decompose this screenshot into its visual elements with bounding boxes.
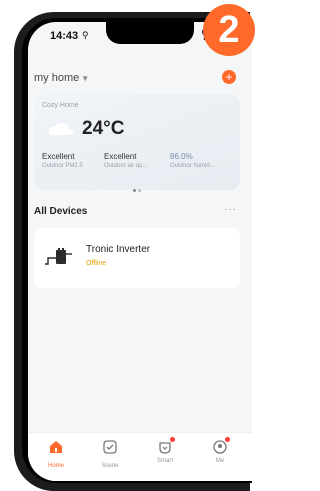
smart-icon-wrapper	[157, 437, 175, 455]
carousel-dot	[133, 189, 136, 192]
humidity-value: 86.0%	[170, 152, 193, 161]
cloud-icon	[48, 122, 74, 135]
add-button[interactable]: +	[222, 70, 236, 84]
app-screen: 14:43 ⚲ ▮▮▮ ᯤ my home▼ + Cozy Home 24°C …	[28, 22, 252, 481]
device-card[interactable]: Tronic Inverter Offline	[34, 228, 240, 288]
more-button[interactable]: ···	[224, 204, 237, 215]
temperature-value: 24°C	[82, 118, 125, 139]
location-icon: ⚲	[82, 30, 89, 40]
weather-place: Cozy Home	[42, 102, 79, 109]
tab-smart[interactable]: Smart	[145, 437, 185, 464]
all-devices-title: All Devices	[34, 206, 88, 217]
tab-home-label: Home	[47, 463, 64, 469]
caret-down-icon: ▼	[81, 74, 90, 83]
home-name: my home	[34, 72, 80, 84]
step-badge: 2	[203, 4, 255, 56]
carousel-dot	[138, 189, 141, 192]
tab-home[interactable]: Home	[36, 439, 76, 469]
air-quality-value: Excellent	[104, 152, 137, 161]
device-name: Tronic Inverter	[86, 244, 151, 255]
inverter-icon	[45, 248, 72, 265]
tab-smart-label: Smart	[156, 458, 173, 464]
tab-scene[interactable]: Scene	[90, 439, 130, 469]
home-selector[interactable]: my home ▼	[34, 72, 89, 84]
pm25-value: Excellent	[42, 152, 75, 161]
scene-icon	[103, 440, 117, 454]
carousel-dots	[132, 179, 142, 197]
notch	[106, 22, 210, 44]
tab-me[interactable]: Me	[200, 437, 240, 464]
tab-bar: Home Scene Smart Me	[28, 432, 252, 481]
humidity-label: Outdoor humid...	[170, 163, 215, 169]
weather-card[interactable]: Cozy Home 24°C Excellent Outdoor PM2.5 E…	[34, 94, 240, 192]
me-icon-wrapper	[212, 437, 230, 455]
device-status: Offline	[86, 260, 107, 267]
tab-me-label: Me	[215, 458, 225, 464]
air-quality-label: Outdoor air qu...	[104, 163, 148, 169]
tab-scene-label: Scene	[101, 463, 119, 469]
pm25-label: Outdoor PM2.5	[42, 163, 83, 169]
notification-dot	[225, 437, 230, 442]
notification-dot	[170, 437, 175, 442]
home-icon	[50, 441, 62, 453]
status-time: 14:43	[50, 30, 79, 42]
